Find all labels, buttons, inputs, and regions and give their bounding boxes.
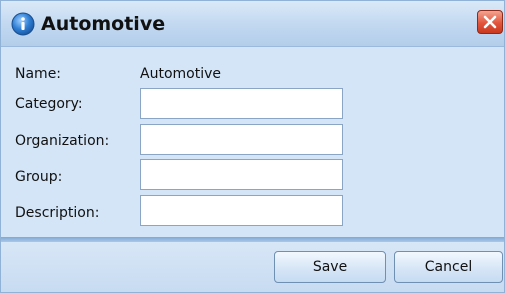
description-field[interactable]: [140, 195, 343, 226]
name-value: Automotive: [140, 66, 221, 82]
form-area: Name: Automotive Category: Organization:…: [1, 47, 504, 237]
title-bar[interactable]: Automotive: [1, 1, 504, 47]
button-bar: Save Cancel: [1, 242, 504, 292]
organization-field[interactable]: [140, 124, 343, 155]
dialog: Automotive Name: Automotive Category: Or…: [0, 0, 505, 293]
category-field[interactable]: [140, 88, 343, 119]
group-label: Group:: [15, 169, 63, 185]
dialog-title: Automotive: [41, 13, 166, 35]
category-label: Category:: [15, 96, 83, 112]
group-field[interactable]: [140, 159, 343, 190]
name-label: Name:: [15, 66, 62, 82]
cancel-button[interactable]: Cancel: [394, 251, 503, 283]
close-icon: [483, 15, 497, 29]
organization-label: Organization:: [15, 133, 110, 149]
info-icon: [11, 12, 35, 36]
save-button[interactable]: Save: [274, 251, 386, 283]
close-button[interactable]: [477, 10, 503, 34]
description-label: Description:: [15, 205, 100, 221]
